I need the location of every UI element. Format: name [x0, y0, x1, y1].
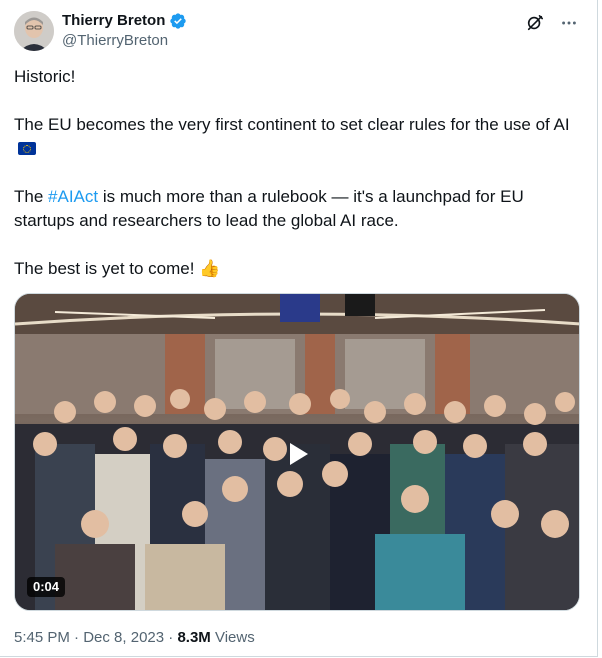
- tweet-text-historic: Historic!: [14, 67, 76, 86]
- grok-icon[interactable]: [525, 13, 545, 33]
- avatar-photo: [14, 11, 54, 51]
- play-icon[interactable]: [284, 440, 312, 468]
- tweet-line-historic: Historic!: [14, 65, 574, 89]
- tweet-text-best: The best is yet to come!: [14, 259, 195, 278]
- video-player[interactable]: [14, 293, 580, 611]
- more-options-icon[interactable]: [559, 13, 579, 33]
- verified-badge-icon: [169, 12, 187, 30]
- author-name-row: Thierry Breton: [62, 11, 187, 31]
- meta-separator: ·: [69, 629, 84, 646]
- tweet-text: Historic! The EU becomes the very first …: [14, 65, 574, 305]
- tweet-line-best: The best is yet to come! 👍: [14, 257, 574, 281]
- eu-flag-emoji-icon: [18, 142, 36, 155]
- meta-separator: ·: [164, 629, 178, 646]
- tweet-line-eu-rules: The EU becomes the very first continent …: [14, 113, 574, 161]
- tweet-card: Thierry Breton @ThierryBreton Historic! …: [0, 0, 598, 657]
- video-duration: 0:04: [27, 577, 66, 597]
- tweet-text-prefix: The: [14, 187, 49, 206]
- tweet-time[interactable]: 5:45 PM: [14, 629, 70, 646]
- author-handle[interactable]: @ThierryBreton: [62, 31, 168, 51]
- tweet-line-aiact: The #AIAct is much more than a rulebook …: [14, 185, 574, 233]
- avatar[interactable]: [14, 11, 54, 51]
- author-name[interactable]: Thierry Breton: [62, 11, 165, 31]
- top-actions: [525, 13, 579, 33]
- tweet-meta: 5:45 PM · Dec 8, 2023 · 8.3M Views: [14, 628, 255, 648]
- hashtag-link[interactable]: #AIAct: [48, 187, 98, 206]
- tweet-text-eu-rules: The EU becomes the very first continent …: [14, 115, 570, 134]
- views-label: Views: [210, 629, 255, 646]
- tweet-date[interactable]: Dec 8, 2023: [83, 629, 164, 646]
- thumbs-up-emoji-icon: 👍: [199, 259, 221, 278]
- views-count: 8.3M: [177, 629, 211, 646]
